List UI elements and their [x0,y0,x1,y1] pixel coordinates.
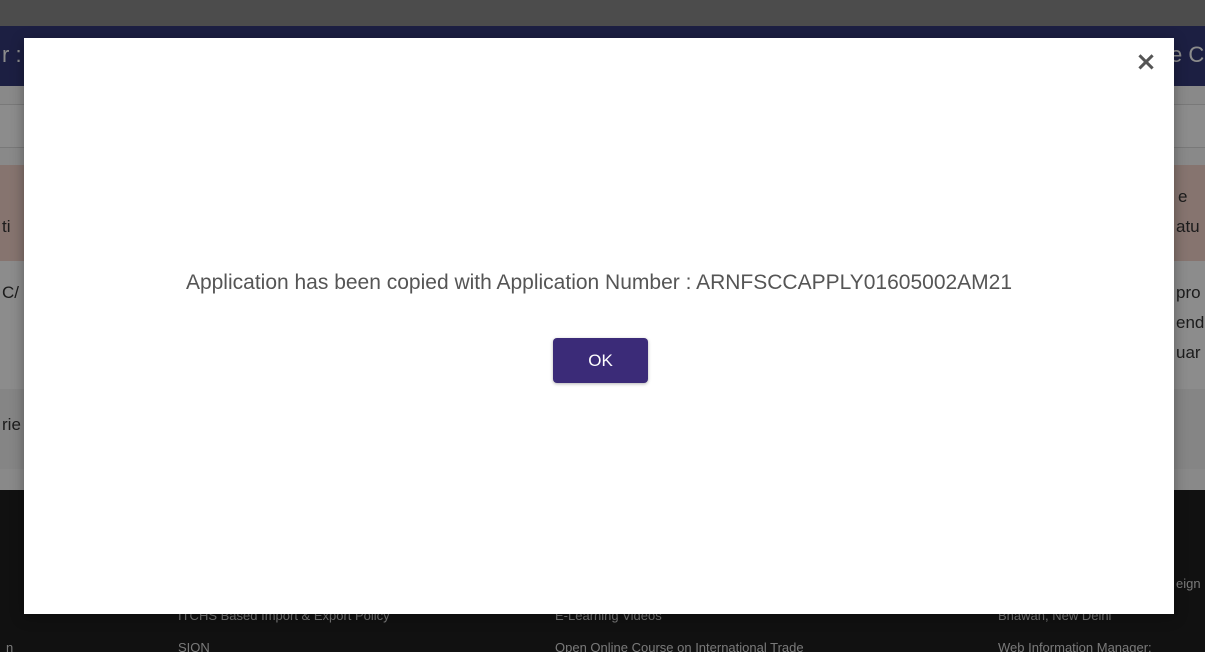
dialog-message: Application has been copied with Applica… [185,271,1013,294]
ok-button[interactable]: OK [553,338,648,383]
confirmation-dialog: × Application has been copied with Appli… [24,38,1174,614]
close-icon[interactable]: × [1132,48,1160,76]
